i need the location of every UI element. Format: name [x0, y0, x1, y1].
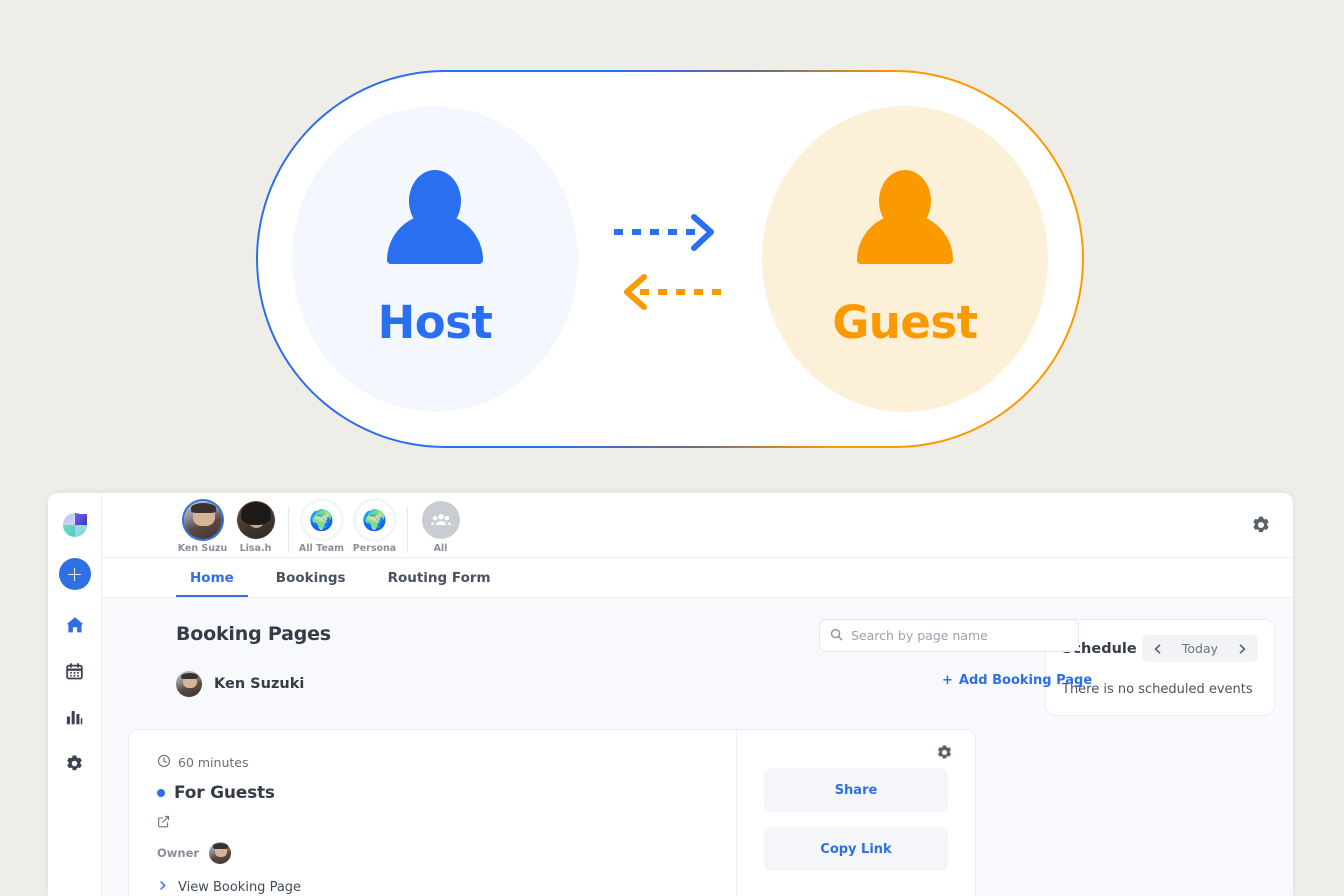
person-body-shape	[387, 213, 483, 264]
gear-icon[interactable]	[1251, 515, 1271, 535]
avatar-item-lisa-h[interactable]: Lisa.h	[229, 501, 282, 554]
status-dot	[157, 789, 165, 797]
divider	[407, 507, 408, 553]
avatar-label: All	[433, 543, 448, 554]
host-panel: Host	[292, 106, 578, 412]
calendar-icon[interactable]	[64, 660, 86, 682]
schedule-header: Schedule Today	[1062, 635, 1258, 662]
workspace-avatar-bar: Ken Suzu Lisa.h 🌍 All Team 🌍 Persona All	[102, 493, 1293, 558]
booking-card-title: For Guests	[174, 783, 275, 803]
avatar-item-persona[interactable]: 🌍 Persona	[348, 501, 401, 554]
search-box[interactable]	[819, 619, 1079, 652]
tab-home[interactable]: Home	[176, 570, 248, 597]
booking-card-owner: Owner	[157, 842, 736, 864]
owner-label: Owner	[157, 846, 200, 860]
globe-icon[interactable]: 🌍	[303, 501, 341, 539]
left-sidebar: +	[48, 493, 102, 896]
arrows-svg	[614, 214, 724, 310]
share-button[interactable]: Share	[764, 768, 948, 812]
avatar-label: Lisa.h	[239, 543, 272, 554]
avatar-group-teams: 🌍 All Team 🌍 Persona	[295, 493, 401, 557]
avatar-item-all-team[interactable]: 🌍 All Team	[295, 501, 348, 554]
tab-bookings[interactable]: Bookings	[262, 570, 360, 597]
gear-icon[interactable]	[64, 752, 86, 774]
avatar-label: All Team	[298, 543, 345, 554]
globe-icon[interactable]: 🌍	[356, 501, 394, 539]
avatar-label: Persona	[352, 543, 397, 554]
view-booking-page-label: View Booking Page	[178, 880, 302, 895]
tab-routing-form[interactable]: Routing Form	[374, 570, 505, 597]
chevron-right-icon	[157, 880, 168, 895]
exchange-arrows	[610, 204, 730, 314]
booking-page-card: 60 minutes For Guests Owner View Booking…	[128, 729, 976, 896]
owner-row: Ken Suzuki	[176, 671, 1027, 697]
host-label: Host	[377, 295, 493, 349]
person-body-shape	[857, 213, 953, 264]
schedule-card: Schedule Today There is no scheduled eve…	[1045, 619, 1275, 716]
add-button[interactable]: +	[58, 558, 91, 590]
avatar-item-all[interactable]: All	[414, 501, 467, 554]
add-button-label: +	[66, 562, 83, 586]
avatar	[209, 842, 232, 864]
main-tabs: Home Bookings Routing Form	[102, 558, 1293, 598]
search-icon	[830, 626, 843, 645]
view-booking-page-link[interactable]: View Booking Page	[157, 880, 736, 895]
avatar-group-all: All	[414, 493, 467, 557]
chevron-left-icon[interactable]	[1148, 639, 1168, 659]
search-input[interactable]	[851, 628, 1068, 643]
add-booking-page-button[interactable]: + Add Booking Page	[942, 673, 1092, 688]
avatar-item-ken-suzuki[interactable]: Ken Suzu	[176, 501, 229, 554]
app-window: + Ken Suzu Lisa.h 🌍 All Team 🌍 Persona A…	[48, 493, 1293, 896]
chevron-right-icon[interactable]	[1232, 639, 1252, 659]
analytics-bar-chart-icon[interactable]	[64, 706, 86, 728]
host-guest-illustration: Host Guest	[256, 70, 1084, 448]
gear-icon[interactable]	[936, 744, 953, 761]
plus-icon: +	[942, 673, 953, 688]
add-booking-page-label: Add Booking Page	[958, 673, 1093, 688]
people-group-icon[interactable]	[421, 501, 460, 539]
clock-icon	[157, 754, 171, 771]
external-link-icon[interactable]	[157, 813, 170, 828]
avatar-label: Ken Suzu	[177, 543, 228, 554]
avatar-group-people: Ken Suzu Lisa.h	[176, 493, 282, 557]
schedule-nav: Today	[1141, 635, 1258, 662]
today-button[interactable]: Today	[1172, 641, 1228, 656]
divider	[288, 507, 289, 553]
booking-card-actions: Share Copy Link	[737, 730, 975, 896]
copy-link-button[interactable]: Copy Link	[764, 827, 948, 871]
home-icon[interactable]	[64, 614, 86, 636]
duration-row: 60 minutes	[157, 754, 736, 771]
illustration-pill: Host Guest	[256, 70, 1084, 448]
person-icon	[385, 169, 485, 274]
dashed-arrow-right-icon	[614, 214, 714, 251]
avatar	[176, 671, 202, 697]
dashed-arrow-left-icon	[624, 274, 724, 310]
guest-label: Guest	[832, 295, 978, 349]
app-logo-icon[interactable]	[62, 512, 88, 538]
owner-name: Ken Suzuki	[214, 676, 305, 692]
avatar[interactable]	[236, 501, 275, 539]
avatar[interactable]	[183, 501, 222, 539]
booking-card-details: 60 minutes For Guests Owner View Booking…	[129, 730, 737, 896]
booking-card-title-row: For Guests	[157, 783, 736, 803]
duration-label: 60 minutes	[178, 755, 249, 770]
person-icon	[855, 169, 955, 274]
guest-panel: Guest	[762, 106, 1048, 412]
